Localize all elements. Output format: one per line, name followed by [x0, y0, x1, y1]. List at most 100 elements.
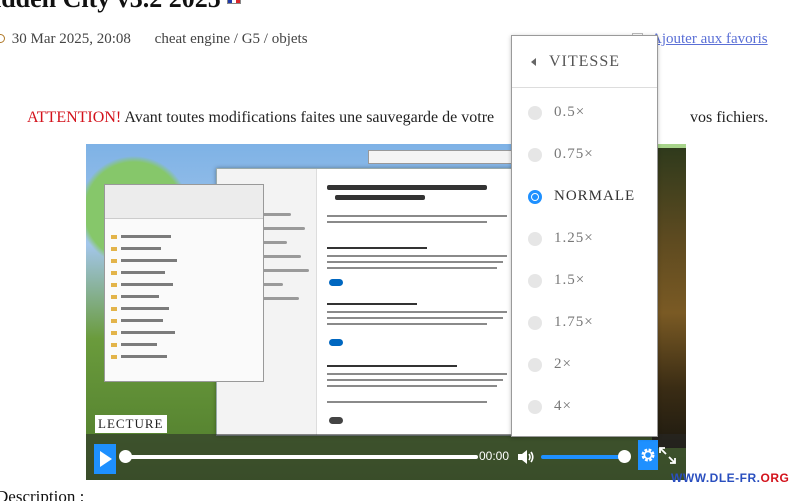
gear-icon — [641, 448, 655, 462]
speed-option[interactable]: 1.75× — [512, 303, 657, 345]
speed-option-label: NORMALE — [554, 188, 636, 204]
video-frame-line — [327, 221, 487, 223]
video-frame-line — [327, 215, 507, 217]
settings-button[interactable] — [638, 440, 658, 470]
article-date: 30 Mar 2025, 20:08 — [11, 31, 131, 47]
video-frame-line — [327, 267, 497, 269]
video-frame-line — [121, 331, 175, 334]
speed-option-label: 2× — [554, 356, 572, 372]
video-frame-explorer-ribbon — [105, 185, 263, 219]
video-frame-folder-icon — [111, 247, 117, 251]
video-frame-line — [327, 365, 457, 367]
article-meta: 30 Mar 2025, 20:08 cheat engine / G5 / o… — [0, 31, 308, 48]
current-time: 00:00 — [479, 449, 510, 463]
video-frame-line — [121, 319, 163, 322]
watermark-text: WWW.DLE-FR. — [671, 471, 761, 485]
video-frame-folder-icon — [111, 307, 117, 311]
speed-option[interactable]: NORMALE — [512, 177, 657, 219]
video-frame-toggle — [329, 417, 343, 424]
speed-option[interactable]: 2× — [512, 345, 657, 387]
video-frame-explorer-window — [104, 184, 264, 382]
favorite-label: Ajouter aux favoris — [651, 31, 768, 47]
article-title: idden City v3.2 2025 — [0, 0, 241, 14]
play-button[interactable] — [94, 444, 116, 474]
article-title-text: idden City v3.2 2025 — [0, 0, 221, 13]
video-frame-line — [121, 259, 177, 262]
video-frame-folder-icon — [111, 331, 117, 335]
speed-option-label: 1.5× — [554, 272, 586, 288]
video-frame-line — [121, 307, 169, 310]
speed-option[interactable]: 1.5× — [512, 261, 657, 303]
video-frame-toggle — [329, 279, 343, 286]
video-frame-line — [121, 295, 159, 298]
fullscreen-icon[interactable] — [659, 447, 676, 464]
video-frame-line — [327, 373, 507, 375]
video-frame-line — [327, 323, 487, 325]
video-frame-line — [327, 311, 507, 313]
speed-option-label: 1.25× — [554, 230, 594, 246]
radio-icon[interactable] — [528, 316, 542, 330]
speed-option[interactable]: 0.75× — [512, 135, 657, 177]
article-category[interactable]: cheat engine / G5 / objets — [155, 31, 308, 47]
video-frame-line — [121, 235, 171, 238]
seek-bar[interactable] — [124, 455, 478, 459]
clock-icon — [0, 34, 5, 43]
video-frame-folder-icon — [111, 235, 117, 239]
video-frame-line — [327, 385, 497, 387]
volume-icon[interactable] — [517, 450, 535, 464]
speed-option-label: 0.5× — [554, 104, 586, 120]
site-watermark: WWW.DLE-FR.ORG — [671, 471, 789, 485]
speed-option[interactable]: 4× — [512, 387, 657, 429]
video-frame-folder-icon — [111, 355, 117, 359]
warning-text: Avant toutes modifications faites une sa… — [121, 109, 495, 126]
description-heading: Description : — [0, 487, 85, 501]
video-frame-window-top — [368, 150, 518, 164]
speed-menu-back[interactable]: VITESSE — [512, 36, 657, 88]
video-frame-line — [121, 271, 165, 274]
speed-option[interactable]: 1.25× — [512, 219, 657, 261]
speed-option[interactable]: 0.5× — [512, 93, 657, 135]
radio-icon[interactable] — [528, 232, 542, 246]
video-frame-line — [327, 401, 487, 403]
speed-option-label: 1.75× — [554, 314, 594, 330]
video-frame-line — [121, 247, 161, 250]
volume-slider[interactable] — [541, 455, 625, 459]
radio-selected-icon[interactable] — [528, 190, 542, 204]
radio-icon[interactable] — [528, 148, 542, 162]
video-frame-line — [121, 283, 173, 286]
video-frame-line — [327, 255, 507, 257]
warning-notice: ATTENTION! Avant toutes modifications fa… — [27, 109, 494, 127]
video-frame-line — [327, 303, 417, 305]
video-frame-line — [327, 379, 503, 381]
video-frame-toggle — [329, 339, 343, 346]
radio-icon[interactable] — [528, 274, 542, 288]
radio-icon[interactable] — [528, 400, 542, 414]
video-frame-line — [327, 261, 503, 263]
caret-left-icon — [531, 58, 536, 66]
warning-label: ATTENTION! — [27, 109, 122, 126]
video-frame-heading — [327, 185, 487, 190]
radio-icon[interactable] — [528, 358, 542, 372]
watermark-tld: ORG — [760, 471, 790, 485]
speed-menu: VITESSE 0.5× 0.75× NORMALE 1.25× 1.5× 1.75× 2×… — [511, 35, 658, 437]
volume-handle[interactable] — [618, 450, 631, 463]
speed-menu-title: VITESSE — [549, 53, 620, 70]
warning-text-tail: vos fichiers. — [690, 109, 769, 126]
video-frame-line — [121, 355, 167, 358]
speed-option-label: 0.75× — [554, 146, 594, 162]
playback-status-label: LECTURE — [95, 415, 167, 433]
french-flag-icon — [226, 0, 241, 4]
video-frame-folder-icon — [111, 295, 117, 299]
video-frame-line — [327, 247, 427, 249]
video-frame-folder-icon — [111, 343, 117, 347]
video-frame-folder-icon — [111, 271, 117, 275]
video-frame-folder-icon — [111, 259, 117, 263]
video-frame-folder-icon — [111, 283, 117, 287]
seek-handle[interactable] — [119, 450, 132, 463]
video-frame-heading — [335, 195, 425, 200]
video-frame-folder-icon — [111, 319, 117, 323]
radio-icon[interactable] — [528, 106, 542, 120]
video-frame-line — [327, 317, 503, 319]
video-frame-line — [121, 343, 157, 346]
speed-option-label: 4× — [554, 398, 572, 414]
